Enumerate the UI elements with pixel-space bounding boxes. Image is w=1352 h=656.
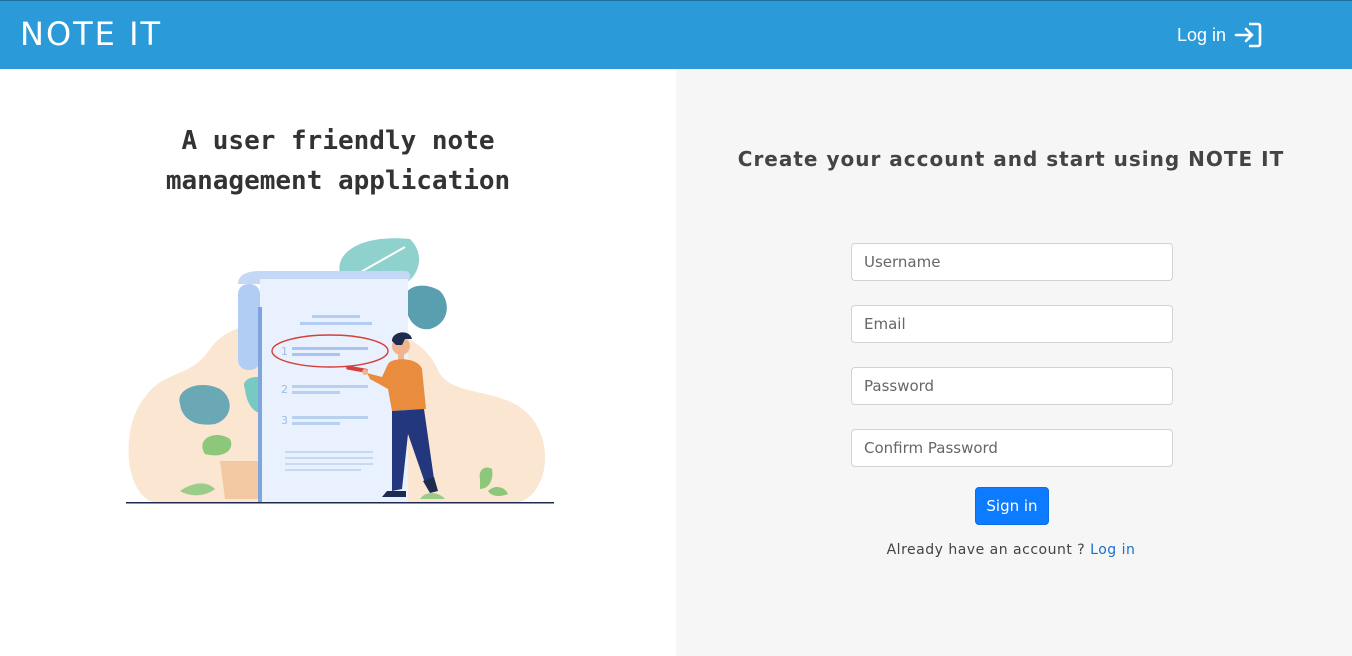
signup-panel: Create your account and start using NOTE… <box>676 69 1352 656</box>
top-navbar: NOTE IT Log in <box>0 0 1352 69</box>
signup-title: Create your account and start using NOTE… <box>737 147 1285 171</box>
person-writing-checklist-illustration: 1 2 3 <box>126 238 554 504</box>
login-prompt: Already have an account ? Log in <box>676 542 1346 558</box>
header-login-label: Log in <box>1177 24 1227 45</box>
confirm-password-input[interactable] <box>851 429 1173 467</box>
hero-tagline-line1: A user friendly note <box>181 126 495 156</box>
svg-text:3: 3 <box>281 414 288 427</box>
header-login-link[interactable]: Log in <box>1177 21 1262 49</box>
hero-panel: A user friendly note management applicat… <box>0 69 676 656</box>
brand-logo[interactable]: NOTE IT <box>20 15 162 53</box>
sign-in-button[interactable]: Sign in <box>975 487 1049 525</box>
svg-text:2: 2 <box>281 383 288 396</box>
svg-text:1: 1 <box>281 345 288 358</box>
login-link[interactable]: Log in <box>1090 542 1135 558</box>
email-input[interactable] <box>851 305 1173 343</box>
password-input[interactable] <box>851 367 1173 405</box>
username-input[interactable] <box>851 243 1173 281</box>
sign-in-icon <box>1234 22 1262 48</box>
hero-tagline: A user friendly note management applicat… <box>0 121 676 201</box>
hero-tagline-line2: management application <box>165 166 511 196</box>
login-prompt-text: Already have an account ? <box>886 542 1086 558</box>
